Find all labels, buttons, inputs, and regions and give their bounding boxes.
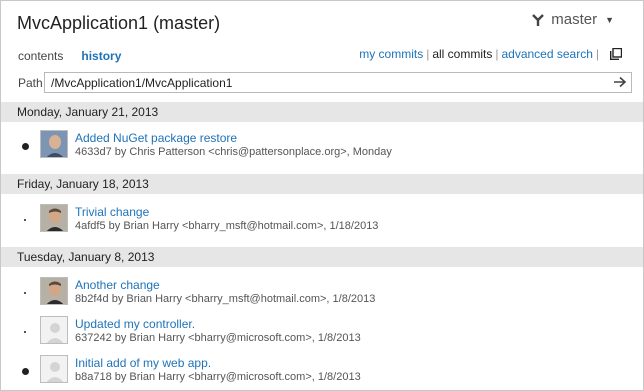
link-separator: | (595, 47, 599, 61)
avatar (40, 130, 68, 158)
commit-dot (24, 219, 26, 221)
tab-history[interactable]: history (81, 49, 121, 63)
chevron-down-icon: ▼ (605, 14, 614, 25)
link-separator: | (495, 47, 499, 61)
commit-message-link[interactable]: Initial add of my web app. (75, 356, 211, 370)
branch-icon (532, 13, 545, 26)
arrow-right-icon[interactable] (613, 75, 627, 89)
commit-row[interactable]: Another change 8b2f4d by Brian Harry <bh… (0, 275, 644, 309)
person-placeholder-icon (41, 317, 67, 343)
path-field (44, 72, 632, 93)
commit-dot (24, 331, 26, 333)
person-placeholder-icon (41, 356, 67, 382)
date-group-header: Friday, January 18, 2013 (1, 174, 643, 194)
avatar (40, 277, 68, 305)
tab-contents[interactable]: contents (18, 49, 63, 63)
commit-meta: 8b2f4d by Brian Harry <bharry_msft@hotma… (75, 293, 376, 305)
commit-meta: 4afdf5 by Brian Harry <bharry_msft@hotma… (75, 220, 379, 232)
advanced-search-link[interactable]: advanced search (501, 47, 592, 61)
branch-selector[interactable]: master ▼ (531, 11, 614, 28)
avatar (40, 355, 68, 383)
commit-filter-links: my commits | all commits | advanced sear… (359, 47, 622, 61)
avatar-photo-icon (41, 131, 67, 157)
branch-name: master (551, 11, 598, 28)
path-input[interactable] (51, 75, 606, 90)
commit-dot (22, 143, 29, 150)
commit-row[interactable]: Updated my controller. 637242 by Brian H… (0, 314, 644, 348)
avatar (40, 204, 68, 232)
avatar-photo-icon (41, 205, 67, 231)
my-commits-link[interactable]: my commits (359, 47, 423, 61)
commit-message-link[interactable]: Added NuGet package restore (75, 131, 237, 145)
date-group-header: Tuesday, January 8, 2013 (1, 247, 643, 267)
commit-meta: b8a718 by Brian Harry <bharry@microsoft.… (75, 371, 361, 383)
commit-meta: 4633d7 by Chris Patterson <chris@patters… (75, 146, 392, 158)
commit-meta: 637242 by Brian Harry <bharry@microsoft.… (75, 332, 361, 344)
commit-row[interactable]: Initial add of my web app. b8a718 by Bri… (0, 353, 644, 387)
popout-icon[interactable] (610, 48, 622, 60)
view-tabs: contents history (18, 49, 121, 63)
commit-message-link[interactable]: Another change (75, 278, 160, 292)
path-label: Path (18, 76, 43, 90)
avatar-photo-icon (41, 278, 67, 304)
commit-dot (22, 368, 29, 375)
commit-message-link[interactable]: Trivial change (75, 205, 149, 219)
commit-row[interactable]: Trivial change 4afdf5 by Brian Harry <bh… (0, 202, 644, 236)
all-commits-link[interactable]: all commits (432, 47, 492, 61)
date-group-header: Monday, January 21, 2013 (1, 102, 643, 122)
commit-row[interactable]: Added NuGet package restore 4633d7 by Ch… (0, 128, 644, 162)
avatar (40, 316, 68, 344)
commit-dot (24, 292, 26, 294)
commit-message-link[interactable]: Updated my controller. (75, 317, 195, 331)
repo-title: MvcApplication1 (master) (17, 13, 221, 33)
link-separator: | (426, 47, 430, 61)
